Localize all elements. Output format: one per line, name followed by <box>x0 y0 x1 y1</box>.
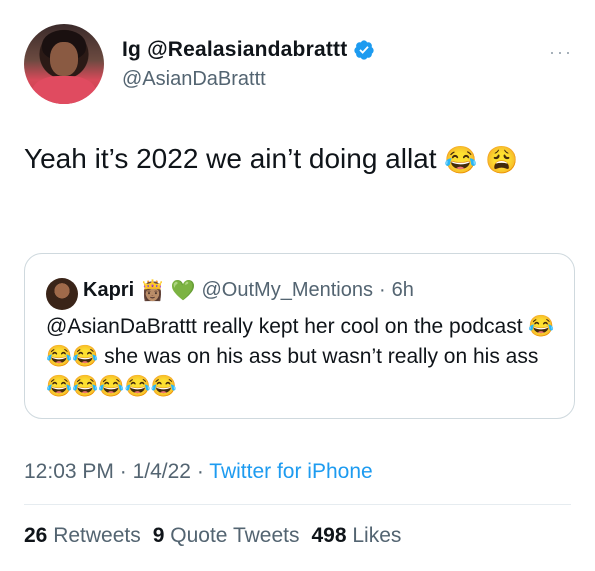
meta-sep-1: · <box>119 460 127 483</box>
quoted-sep: · <box>378 279 386 301</box>
likes-label: Likes <box>352 524 402 547</box>
quoted-author-avatar <box>46 278 78 310</box>
engagement-stats: 26 Retweets 9 Quote Tweets 498 Likes <box>24 524 401 548</box>
stats-divider <box>24 504 571 505</box>
likes-stat[interactable]: 498 Likes <box>311 524 401 548</box>
avatar-face <box>50 42 78 76</box>
more-options-icon[interactable]: ··· <box>549 42 573 63</box>
retweets-count: 26 <box>24 524 48 547</box>
author-name-row: Ig @Realasiandabrattt <box>122 38 375 62</box>
quoted-tweet-header: Kapri 👸🏽 💚 @OutMy_Mentions · 6h <box>83 278 414 303</box>
author-display-name[interactable]: Ig @Realasiandabrattt <box>122 38 347 62</box>
author-handle[interactable]: @AsianDaBrattt <box>122 68 266 91</box>
likes-count: 498 <box>311 524 347 547</box>
tweet-body: Yeah it’s 2022 we ain’t doing allat <box>24 143 437 174</box>
quote-tweets-stat[interactable]: 9 Quote Tweets <box>153 524 300 548</box>
weary-emoji: 😩 <box>485 145 519 176</box>
retweets-label: Retweets <box>53 524 141 547</box>
quoted-text-1: @AsianDaBrattt really kept her cool on t… <box>46 315 523 338</box>
quoted-author-emoji: 👸🏽 💚 <box>140 280 196 302</box>
quoted-author-name: Kapri <box>83 279 135 301</box>
tweet-source-link[interactable]: Twitter for iPhone <box>209 460 372 483</box>
tweet-time[interactable]: 12:03 PM <box>24 460 114 483</box>
tweet-date[interactable]: 1/4/22 <box>133 460 191 483</box>
quotes-label: Quote Tweets <box>170 524 300 547</box>
quoted-emojis-2: 😂😂😂😂😂 <box>46 375 177 398</box>
quoted-tweet-text: @AsianDaBrattt really kept her cool on t… <box>46 312 561 402</box>
quoted-author-handle: @OutMy_Mentions <box>201 279 373 301</box>
tweet-timestamp: 12:03 PM · 1/4/22 · Twitter for iPhone <box>24 460 373 484</box>
quotes-count: 9 <box>152 524 165 547</box>
quoted-tweet[interactable]: Kapri 👸🏽 💚 @OutMy_Mentions · 6h @AsianDa… <box>24 253 575 419</box>
quoted-text-2: she was on his ass but wasn’t really on … <box>104 345 539 368</box>
meta-sep-2: · <box>196 460 204 483</box>
quoted-time: 6h <box>391 279 414 301</box>
author-avatar[interactable] <box>24 24 104 104</box>
retweets-stat[interactable]: 26 Retweets <box>24 524 141 548</box>
tweet-text: Yeah it’s 2022 we ain’t doing allat 😂 😩 <box>24 140 569 178</box>
avatar-body <box>32 76 96 104</box>
verified-badge-icon <box>354 40 375 60</box>
joy-emoji: 😂 <box>444 145 478 176</box>
